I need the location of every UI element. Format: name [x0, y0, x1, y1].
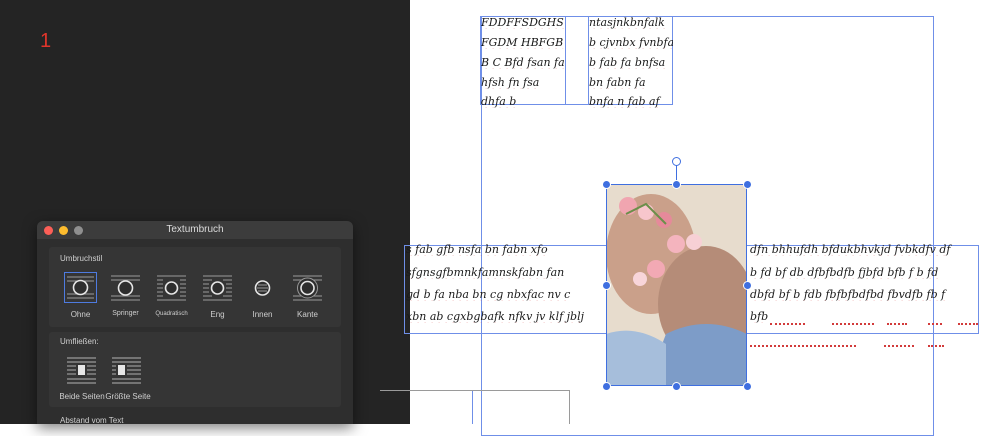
wrap-text-line: dfn bhhufdh bfdukbhvkjd fvbkdfv df [750, 243, 951, 256]
flow-both-sides-label: Beide Seiten [59, 392, 105, 401]
resize-handle-bottom[interactable] [672, 382, 681, 391]
flow-largest-side-icon [112, 357, 141, 384]
table-cell-text: bnfa n fab af [589, 95, 660, 108]
wrap-style-tight-label: Eng [210, 310, 225, 319]
wrap-style-edge-button[interactable] [291, 272, 324, 303]
wrap-style-jump-button[interactable] [109, 272, 142, 303]
wrap-style-label: Umbruchstil [60, 254, 103, 263]
resize-handle-left[interactable] [602, 281, 611, 290]
panel-title: Textumbruch [166, 224, 224, 235]
table-cell-text: FDDFFSDGHS [481, 16, 564, 29]
wrap-style-inside-button[interactable] [246, 272, 279, 303]
resize-handle-bottom-left[interactable] [602, 382, 611, 391]
resize-handle-top-left[interactable] [602, 180, 611, 189]
spellcheck-underline [750, 343, 856, 347]
table-cell-text: b cjvnbx fvnbfa [589, 36, 673, 49]
wrap-style-jump-label: Springer [112, 310, 139, 317]
wrap-style-tight-button[interactable] [201, 272, 234, 303]
wrap-inside-icon [254, 280, 271, 296]
table-cell-text: FGDM HBFGB [481, 36, 564, 49]
page-number: 1 [40, 30, 52, 52]
wrap-text-line: b fd bf db dfbfbdfb fjbfd bfb f b fd [750, 266, 939, 279]
flow-largest-side-label: Größte Seite [105, 392, 151, 401]
wrap-style-edge-label: Kante [297, 310, 318, 319]
spellcheck-underline [928, 321, 942, 325]
wrap-style-inside-label: Innen [252, 310, 273, 319]
table-cell-text: ntasjnkbnfalk [589, 16, 665, 29]
flow-both-sides-button[interactable] [66, 355, 97, 386]
table-cell-text: b fab fa bnfsa [589, 56, 666, 69]
flow-largest-side-button[interactable] [111, 355, 142, 386]
page-margin-line [380, 390, 570, 391]
text-wrap-panel: Textumbruch Umbruchstil Ohne Springer Qu… [37, 221, 353, 424]
flow-label: Umfließen: [60, 337, 99, 346]
wrap-text-line: dbfd bf b fdb fbfbfbdfbd fbvdfb fb f [750, 288, 946, 301]
flow-both-sides-icon [67, 357, 96, 384]
wrap-text-line: gd b fa nba bn cg nbxfac nv c [406, 288, 571, 301]
spellcheck-underline [887, 321, 907, 325]
wrap-edge-icon [293, 275, 322, 301]
spellcheck-underline [884, 343, 914, 347]
spellcheck-underline [958, 321, 978, 325]
table-cell-text: bn fabn fa [589, 76, 646, 89]
wrap-tight-icon [203, 275, 232, 301]
spacing-label: Abstand vom Text [60, 416, 124, 424]
resize-handle-top-right[interactable] [743, 180, 752, 189]
rotate-handle[interactable] [672, 157, 681, 166]
page-margin-line [569, 390, 570, 424]
spellcheck-underline [832, 321, 874, 325]
wrap-none-icon [67, 276, 94, 299]
table-cell-text: dhfa b [481, 95, 517, 108]
wrap-style-square-button[interactable] [155, 272, 188, 303]
wrap-text-line: xbn ab cgxbgbafk nfkv jv klf jblj [406, 310, 585, 323]
table-cell-text: hfsh fn fsa [481, 76, 540, 89]
resize-handle-top[interactable] [672, 180, 681, 189]
wrap-text-line: sfgnsgfbmnkfamnskfabn fan [406, 266, 565, 279]
table-cell-text: B C Bfd fsan fa [481, 56, 565, 69]
page-margin-line [472, 390, 473, 424]
wrap-style-square-label: Quadratisch [155, 311, 188, 317]
resize-handle-right[interactable] [743, 281, 752, 290]
wrap-text-line: s fab gfb nsfa bn fabn xfo [406, 243, 548, 256]
wrap-jump-icon [111, 275, 140, 301]
resize-handle-bottom-right[interactable] [743, 382, 752, 391]
wrap-style-none-label: Ohne [70, 310, 91, 319]
spellcheck-underline [928, 343, 944, 347]
spellcheck-underline [770, 321, 805, 325]
wrap-style-none-button[interactable] [64, 272, 97, 303]
photo-selection-frame [606, 184, 747, 386]
table-divider [565, 16, 566, 105]
wrap-square-icon [157, 275, 186, 301]
